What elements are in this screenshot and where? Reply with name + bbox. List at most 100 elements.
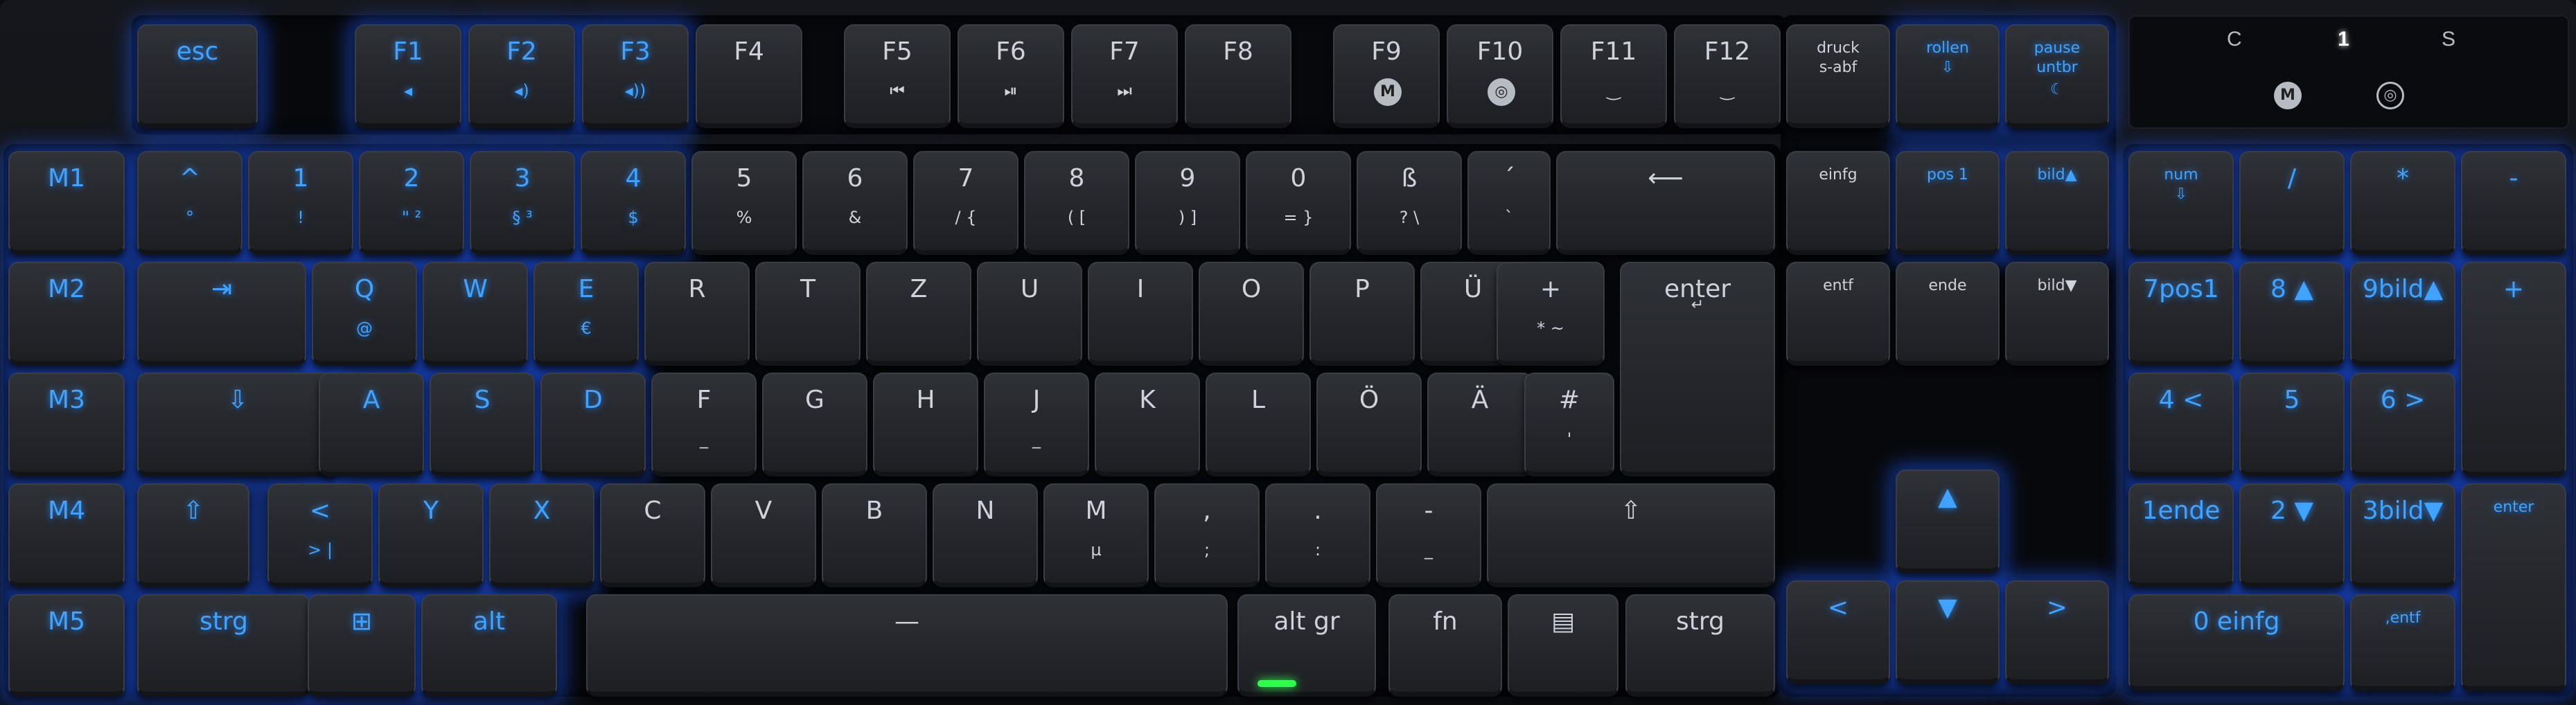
key-n7[interactable]: 7 / {	[913, 151, 1018, 255]
key-lt[interactable]: < > |	[267, 483, 373, 587]
key-up[interactable]: ▲	[1896, 470, 2000, 573]
key-minus[interactable]: - _	[1376, 483, 1481, 587]
key-m5[interactable]: M5	[8, 594, 125, 697]
key-lshift[interactable]: ⇧	[137, 483, 249, 587]
key-plus[interactable]: + * ~	[1497, 262, 1605, 366]
key-n3[interactable]: 3 § ³	[470, 151, 575, 255]
key-f[interactable]: F _	[651, 373, 757, 476]
key-caret[interactable]: ^ °	[137, 151, 242, 255]
key-r[interactable]: R	[644, 262, 750, 366]
key-p[interactable]: P	[1309, 262, 1415, 366]
key-rshift[interactable]: ⇧	[1487, 483, 1775, 587]
key-m3[interactable]: M3	[8, 373, 125, 476]
key-rollen[interactable]: rollen ⇩	[1896, 24, 2000, 128]
key-m[interactable]: Mµ	[1043, 483, 1149, 587]
key-c[interactable]: C	[600, 483, 705, 587]
key-f10[interactable]: F10 ◎	[1447, 24, 1553, 128]
key-kp3[interactable]: 3bild▼	[2350, 483, 2455, 587]
key-f8[interactable]: F8	[1185, 24, 1291, 128]
key-d[interactable]: D	[540, 373, 646, 476]
key-h[interactable]: H	[873, 373, 978, 476]
key-oe[interactable]: Ö	[1316, 373, 1422, 476]
key-hash[interactable]: # '	[1524, 373, 1614, 476]
key-sz[interactable]: ß ? \	[1357, 151, 1462, 255]
key-enter[interactable]: enter ↵	[1620, 262, 1775, 476]
key-down[interactable]: ▼	[1896, 580, 2000, 684]
key-kp5[interactable]: 5	[2239, 373, 2345, 476]
key-u[interactable]: U	[977, 262, 1082, 366]
key-entf[interactable]: entf	[1786, 262, 1890, 366]
key-numlock[interactable]: num ⇩	[2128, 151, 2234, 255]
key-j[interactable]: J _	[984, 373, 1089, 476]
key-f7[interactable]: F7 ⏭	[1071, 24, 1178, 128]
key-kpdiv[interactable]: /	[2239, 151, 2345, 255]
key-pause[interactable]: pause untbr ☾	[2005, 24, 2109, 128]
key-lctrl[interactable]: strg	[137, 594, 310, 697]
key-kpenter[interactable]: enter	[2461, 483, 2566, 691]
key-v[interactable]: V	[711, 483, 816, 587]
key-o[interactable]: O	[1199, 262, 1304, 366]
key-f5[interactable]: F5 ⏮	[844, 24, 951, 128]
key-kp4[interactable]: 4 <	[2128, 373, 2234, 476]
key-kpmul[interactable]: *	[2350, 151, 2455, 255]
key-m1[interactable]: M1	[8, 151, 125, 255]
key-n0[interactable]: 0 = }	[1246, 151, 1351, 255]
key-f6[interactable]: F6 ⏯	[958, 24, 1064, 128]
key-comma[interactable]: ,;	[1154, 483, 1260, 587]
key-f1[interactable]: F1 ◂	[355, 24, 461, 128]
key-n[interactable]: N	[933, 483, 1038, 587]
key-f2[interactable]: F2 ◂)	[468, 24, 575, 128]
key-kpminus[interactable]: -	[2461, 151, 2566, 255]
key-einfg[interactable]: einfg	[1786, 151, 1890, 255]
key-t[interactable]: T	[755, 262, 861, 366]
key-x[interactable]: X	[489, 483, 594, 587]
key-tab[interactable]: ⇥	[137, 262, 306, 366]
key-kpdot[interactable]: ,entf	[2350, 594, 2455, 691]
key-kp1[interactable]: 1ende	[2128, 483, 2234, 587]
key-bildup[interactable]: bild▲	[2005, 151, 2109, 255]
key-n5[interactable]: 5%	[691, 151, 797, 255]
key-kp0[interactable]: 0 einfg	[2128, 594, 2345, 691]
key-kp8[interactable]: 8 ▲	[2239, 262, 2345, 366]
key-fn[interactable]: fn	[1388, 594, 1502, 697]
key-f9[interactable]: F9 M	[1333, 24, 1440, 128]
key-win[interactable]: ⊞	[308, 594, 416, 697]
key-f12[interactable]: F12 ‿	[1674, 24, 1781, 128]
key-esc[interactable]: esc	[137, 24, 258, 128]
key-acute[interactable]: ´ `	[1467, 151, 1551, 255]
key-caps[interactable]: ⇩	[137, 373, 338, 476]
key-left[interactable]: <	[1786, 580, 1890, 684]
key-kp2[interactable]: 2 ▼	[2239, 483, 2345, 587]
key-lalt[interactable]: alt	[421, 594, 557, 697]
key-f3[interactable]: F3 ◂))	[582, 24, 689, 128]
key-n2[interactable]: 2 " ²	[359, 151, 464, 255]
key-f11[interactable]: F11 ‿	[1560, 24, 1667, 128]
key-n9[interactable]: 9) ]	[1135, 151, 1240, 255]
key-bilddown[interactable]: bild▼	[2005, 262, 2109, 366]
key-m2[interactable]: M2	[8, 262, 125, 366]
key-druck[interactable]: druck s-abf	[1786, 24, 1890, 128]
key-g[interactable]: G	[762, 373, 867, 476]
key-ae[interactable]: Ä	[1427, 373, 1533, 476]
key-s[interactable]: S	[430, 373, 535, 476]
key-k[interactable]: K	[1095, 373, 1200, 476]
key-m4[interactable]: M4	[8, 483, 125, 587]
key-pos1[interactable]: pos 1	[1896, 151, 2000, 255]
key-y[interactable]: Y	[378, 483, 484, 587]
key-kp7[interactable]: 7pos1	[2128, 262, 2234, 366]
key-n1[interactable]: 1!	[248, 151, 353, 255]
key-n8[interactable]: 8 ( [	[1024, 151, 1129, 255]
key-w[interactable]: W	[423, 262, 528, 366]
key-rctrl[interactable]: strg	[1625, 594, 1775, 697]
key-f4[interactable]: F4	[696, 24, 802, 128]
key-backspace[interactable]: ⟵	[1556, 151, 1775, 255]
key-kp6[interactable]: 6 >	[2350, 373, 2455, 476]
key-space[interactable]: —	[586, 594, 1228, 697]
key-e[interactable]: E €	[533, 262, 639, 366]
key-ende[interactable]: ende	[1896, 262, 2000, 366]
key-z[interactable]: Z	[866, 262, 971, 366]
key-a[interactable]: A	[319, 373, 424, 476]
key-i[interactable]: I	[1088, 262, 1193, 366]
key-b[interactable]: B	[822, 483, 927, 587]
key-n6[interactable]: 6 &	[802, 151, 908, 255]
